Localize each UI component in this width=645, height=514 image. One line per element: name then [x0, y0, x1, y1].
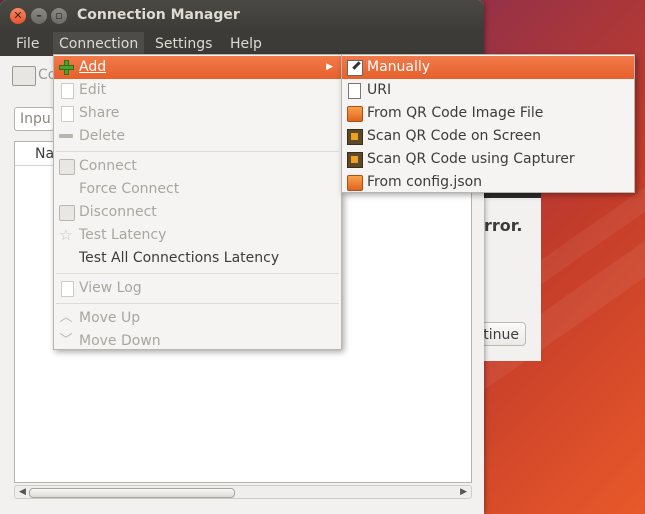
submenu-item-config-json[interactable]: From config.json	[342, 171, 634, 194]
document-icon	[348, 83, 361, 99]
scroll-left-icon[interactable]: ◀	[19, 487, 26, 497]
minimize-icon[interactable]: –	[31, 8, 47, 24]
menu-separator	[56, 273, 339, 274]
submenu-arrow-icon: ▶	[326, 62, 333, 72]
connection-toolbar-icon[interactable]	[12, 66, 36, 86]
star-icon: ☆	[59, 226, 73, 244]
submenu-item-config-json-label: From config.json	[367, 174, 483, 190]
menu-item-test-all-label: Test All Connections Latency	[79, 250, 280, 266]
menu-item-connect-label: Connect	[79, 158, 137, 174]
menu-item-move-down[interactable]: ﹀ Move Down	[54, 330, 341, 353]
menu-item-delete-label: Delete	[79, 128, 125, 144]
menu-item-edit-label: Edit	[79, 82, 107, 98]
menu-item-add[interactable]: Add ▶	[54, 56, 341, 79]
menu-help[interactable]: Help	[224, 32, 268, 56]
connection-menu: Add ▶ Edit Share Delete Connect Force Co…	[53, 54, 342, 350]
horizontal-scrollbar[interactable]: ◀ ▶	[14, 485, 472, 499]
menu-item-add-label: Add	[79, 59, 107, 75]
submenu-item-qr-image[interactable]: From QR Code Image File	[342, 102, 634, 125]
add-icon	[59, 60, 74, 75]
menu-connection[interactable]: Connection	[53, 32, 145, 56]
menu-item-share-label: Share	[79, 105, 120, 121]
menu-item-move-up[interactable]: ︿ Move Up	[54, 307, 341, 330]
menu-file[interactable]: File	[10, 32, 45, 56]
log-icon	[61, 281, 74, 297]
submenu-item-scan-capturer-label: Scan QR Code using Capturer	[367, 151, 575, 167]
maximize-icon[interactable]: ▫	[51, 8, 67, 24]
submenu-item-manually-label: Manually	[367, 59, 431, 75]
close-icon[interactable]: ✕	[10, 8, 26, 24]
folder-icon	[347, 106, 363, 122]
add-submenu: Manually URI From QR Code Image File Sca…	[341, 54, 635, 193]
menu-item-view-log[interactable]: View Log	[54, 277, 341, 300]
error-text: rror.	[484, 216, 523, 235]
disconnect-icon	[59, 205, 75, 221]
submenu-item-uri[interactable]: URI	[342, 79, 634, 102]
connect-icon	[59, 159, 75, 175]
title-bar: ✕ – ▫ Connection Manager	[0, 0, 484, 32]
search-input[interactable]: Inpu	[14, 107, 54, 131]
chevron-down-icon: ﹀	[59, 333, 73, 348]
submenu-item-manually[interactable]: Manually	[342, 56, 634, 79]
menu-item-edit[interactable]: Edit	[54, 79, 341, 102]
menu-bar: File Connection Settings Help	[0, 32, 484, 56]
edit-pencil-icon	[347, 60, 363, 76]
menu-item-share[interactable]: Share	[54, 102, 341, 125]
menu-item-disconnect-label: Disconnect	[79, 204, 157, 220]
window-title: Connection Manager	[77, 7, 240, 23]
submenu-item-uri-label: URI	[367, 82, 392, 98]
menu-item-test-latency-label: Test Latency	[79, 227, 167, 243]
edit-icon	[61, 83, 74, 99]
menu-item-move-down-label: Move Down	[79, 333, 161, 349]
scrollbar-thumb[interactable]	[29, 488, 235, 498]
menu-item-view-log-label: View Log	[79, 280, 142, 296]
delete-icon	[59, 134, 73, 138]
submenu-item-scan-screen-label: Scan QR Code on Screen	[367, 128, 541, 144]
scroll-right-icon[interactable]: ▶	[460, 487, 467, 497]
scan-icon	[347, 129, 363, 145]
menu-item-force-connect[interactable]: Force Connect	[54, 178, 341, 201]
menu-item-delete[interactable]: Delete	[54, 125, 341, 148]
submenu-item-scan-capturer[interactable]: Scan QR Code using Capturer	[342, 148, 634, 171]
menu-item-disconnect[interactable]: Disconnect	[54, 201, 341, 224]
menu-separator	[56, 151, 339, 152]
menu-item-test-latency[interactable]: ☆ Test Latency	[54, 224, 341, 247]
submenu-item-scan-screen[interactable]: Scan QR Code on Screen	[342, 125, 634, 148]
chevron-up-icon: ︿	[59, 310, 73, 325]
menu-settings[interactable]: Settings	[149, 32, 218, 56]
share-icon	[61, 106, 74, 122]
submenu-item-qr-image-label: From QR Code Image File	[367, 105, 544, 121]
folder-icon	[347, 175, 363, 191]
menu-separator	[56, 303, 339, 304]
menu-item-move-up-label: Move Up	[79, 310, 141, 326]
scan-icon	[347, 152, 363, 168]
menu-item-force-connect-label: Force Connect	[79, 181, 180, 197]
menu-item-test-all-latency[interactable]: Test All Connections Latency	[54, 247, 341, 270]
name-column-header[interactable]: Na	[35, 146, 54, 162]
menu-item-connect[interactable]: Connect	[54, 155, 341, 178]
